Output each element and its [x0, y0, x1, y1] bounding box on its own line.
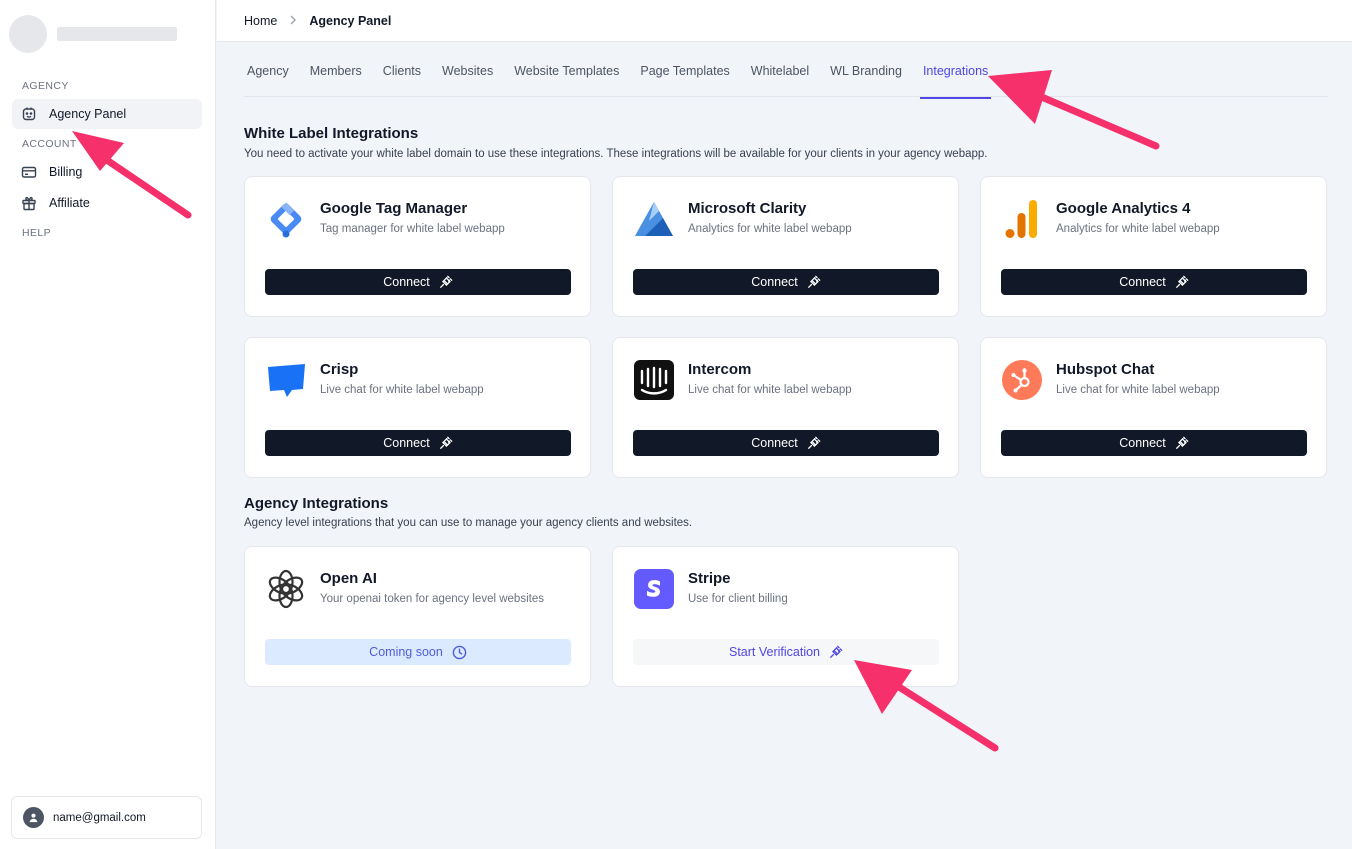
connect-button-google-tag-manager[interactable]: Connect [265, 269, 571, 295]
card-subtitle: Your openai token for agency level websi… [320, 593, 544, 605]
avatar [9, 15, 47, 53]
user-account-button[interactable]: name@gmail.com [11, 796, 202, 839]
tab-website-templates[interactable]: Website Templates [511, 58, 622, 97]
start-verification-button-stripe[interactable]: Start Verification [633, 639, 939, 665]
connect-button-google-analytics-4[interactable]: Connect [1001, 269, 1307, 295]
sidebar-item-affiliate[interactable]: Affiliate [12, 188, 202, 218]
white-label-section-title: White Label Integrations [244, 125, 419, 142]
tab-websites[interactable]: Websites [439, 58, 496, 97]
tab-integrations[interactable]: Integrations [919, 58, 992, 99]
stripe-icon [633, 568, 675, 610]
agency-section-description: Agency level integrations that you can u… [244, 517, 693, 529]
card-subtitle: Live chat for white label webapp [1056, 384, 1220, 396]
card-title: Intercom [688, 361, 752, 378]
plug-icon [830, 645, 843, 658]
user-icon [29, 813, 38, 823]
card-subtitle: Analytics for white label webapp [688, 223, 852, 235]
integration-card-microsoft-clarity: Microsoft Clarity Analytics for white la… [612, 176, 959, 317]
sidebar-item-agency-panel[interactable]: Agency Panel [12, 99, 202, 129]
chevron-right-icon [289, 14, 297, 28]
breadcrumb: Home Agency Panel [217, 0, 1352, 42]
tab-clients[interactable]: Clients [380, 58, 424, 97]
plug-icon [439, 275, 453, 288]
card-subtitle: Analytics for white label webapp [1056, 223, 1220, 235]
card-subtitle: Live chat for white label webapp [320, 384, 484, 396]
microsoft-clarity-icon [633, 198, 675, 240]
tab-wl-branding[interactable]: WL Branding [827, 58, 905, 97]
button-label: Start Verification [728, 645, 820, 659]
tab-whitelabel[interactable]: Whitelabel [748, 58, 812, 97]
bot-icon [22, 107, 36, 121]
card-title: Stripe [688, 570, 731, 587]
tab-members[interactable]: Members [307, 58, 365, 97]
sidebar: AGENCY Agency Panel ACCOUNT Billing Affi… [0, 0, 216, 849]
sidebar-item-label: Agency Panel [49, 107, 127, 121]
card-subtitle: Use for client billing [688, 593, 788, 605]
breadcrumb-current: Agency Panel [309, 13, 392, 28]
button-label: Connect [751, 436, 798, 450]
agency-section-title: Agency Integrations [244, 495, 389, 512]
connect-button-microsoft-clarity[interactable]: Connect [633, 269, 939, 295]
card-title: Google Analytics 4 [1056, 200, 1191, 217]
card-title: Google Tag Manager [320, 200, 468, 217]
intercom-icon [633, 359, 675, 401]
crisp-icon [265, 359, 307, 401]
tab-page-templates[interactable]: Page Templates [637, 58, 732, 97]
integration-card-intercom: Intercom Live chat for white label webap… [612, 337, 959, 478]
profile-header [9, 15, 177, 53]
card-title: Crisp [320, 361, 359, 378]
sidebar-item-label: Affiliate [49, 196, 90, 210]
integration-card-crisp: Crisp Live chat for white label webapp C… [244, 337, 591, 478]
sidebar-item-billing[interactable]: Billing [12, 157, 202, 187]
clock-icon [452, 645, 467, 659]
plug-icon [807, 275, 821, 288]
user-avatar [23, 807, 44, 828]
button-label: Connect [751, 275, 798, 289]
card-subtitle: Live chat for white label webapp [688, 384, 852, 396]
card-title: Open AI [320, 570, 377, 587]
sidebar-item-label: Billing [49, 165, 83, 179]
plug-icon [807, 436, 821, 449]
plug-icon [1175, 275, 1189, 288]
button-label: Coming soon [369, 645, 443, 659]
integration-card-stripe: Stripe Use for client billing Start Veri… [612, 546, 959, 687]
google-tag-manager-icon [265, 198, 307, 240]
tab-bar: Agency Members Clients Websites Website … [244, 58, 1328, 99]
plug-icon [1175, 436, 1189, 449]
sidebar-section-account: ACCOUNT [22, 138, 77, 150]
card-subtitle: Tag manager for white label webapp [320, 223, 505, 235]
connect-button-crisp[interactable]: Connect [265, 430, 571, 456]
button-label: Connect [1119, 275, 1166, 289]
button-label: Connect [383, 275, 430, 289]
sidebar-section-help: HELP [22, 227, 52, 239]
breadcrumb-home-link[interactable]: Home [244, 14, 277, 28]
connect-button-hubspot-chat[interactable]: Connect [1001, 430, 1307, 456]
button-label: Connect [1119, 436, 1166, 450]
plug-icon [439, 436, 453, 449]
card-title: Microsoft Clarity [688, 200, 807, 217]
user-email: name@gmail.com [53, 811, 146, 824]
credit-card-icon [21, 166, 37, 178]
integration-card-google-analytics-4: Google Analytics 4 Analytics for white l… [980, 176, 1327, 317]
hubspot-icon [1001, 359, 1043, 401]
connect-button-intercom[interactable]: Connect [633, 430, 939, 456]
gift-icon [22, 196, 36, 211]
sidebar-section-agency: AGENCY [22, 80, 69, 92]
profile-name-placeholder [57, 27, 177, 41]
button-label: Connect [383, 436, 430, 450]
card-title: Hubspot Chat [1056, 361, 1155, 378]
google-analytics-icon [1001, 198, 1043, 240]
white-label-section-description: You need to activate your white label do… [244, 148, 988, 160]
coming-soon-button-open-ai[interactable]: Coming soon [265, 639, 571, 665]
openai-icon [265, 568, 307, 610]
tab-agency[interactable]: Agency [244, 58, 292, 97]
integration-card-hubspot-chat: Hubspot Chat Live chat for white label w… [980, 337, 1327, 478]
integration-card-google-tag-manager: Google Tag Manager Tag manager for white… [244, 176, 591, 317]
integration-card-open-ai: Open AI Your openai token for agency lev… [244, 546, 591, 687]
